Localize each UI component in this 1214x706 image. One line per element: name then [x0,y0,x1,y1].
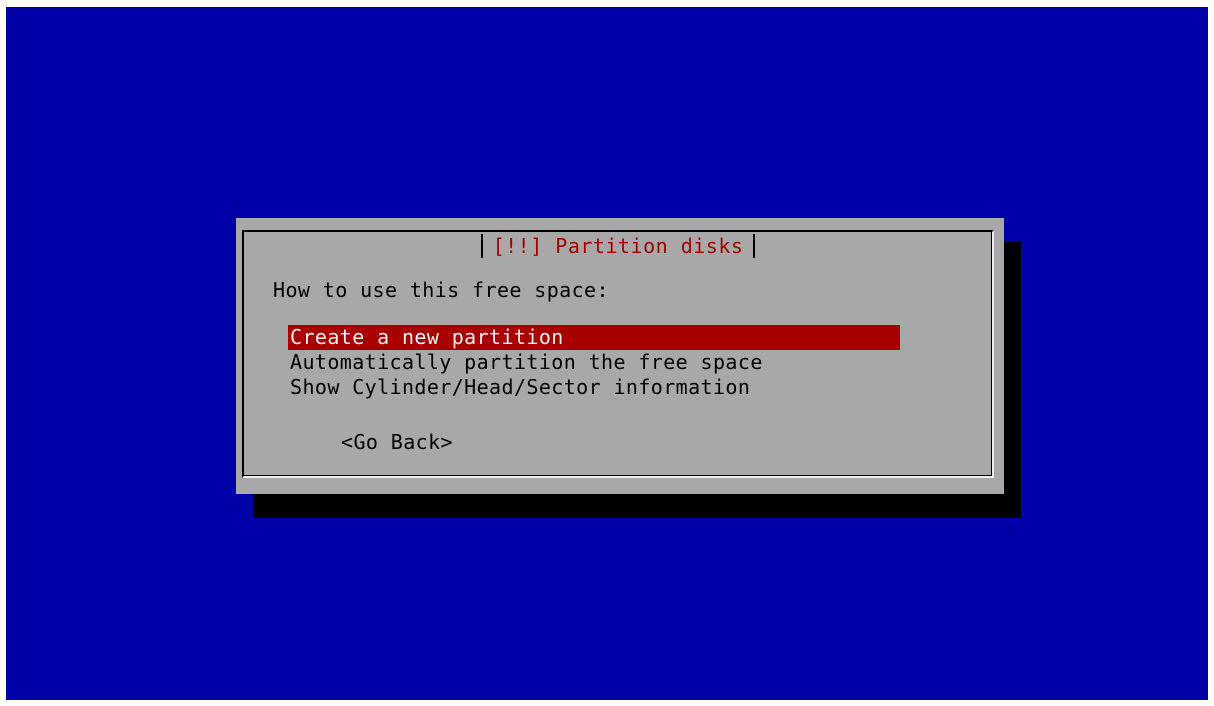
installer-screen: [!!] Partition disks How to use this fre… [6,7,1208,700]
menu-item-chs-info[interactable]: Show Cylinder/Head/Sector information [288,375,900,400]
go-back-button[interactable]: <Go Back> [341,430,453,455]
dialog-title-bar: [!!] Partition disks [244,232,992,258]
menu-item-auto-partition[interactable]: Automatically partition the free space [288,350,900,375]
partition-dialog: [!!] Partition disks How to use this fre… [236,218,1004,494]
partition-options-menu: Create a new partition Automatically par… [288,325,900,400]
menu-item-create-partition[interactable]: Create a new partition [288,325,900,350]
question-label: How to use this free space: [273,278,609,302]
dialog-title: [!!] Partition disks [480,234,756,258]
